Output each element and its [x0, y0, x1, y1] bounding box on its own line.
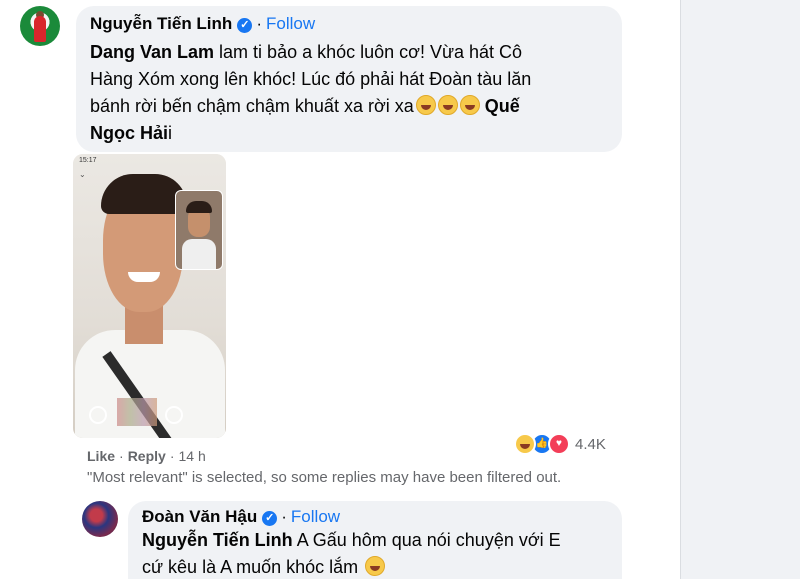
grinning-emoji-icon	[437, 95, 458, 115]
reply-author-name[interactable]: Đoàn Văn Hậu	[142, 507, 257, 526]
comment-text-line-4: Ngọc Hảii	[90, 123, 173, 143]
follow-button[interactable]: Follow	[291, 507, 340, 526]
like-button[interactable]: Like	[87, 448, 115, 464]
commenter-avatar[interactable]	[20, 6, 60, 46]
filter-note: "Most relevant" is selected, so some rep…	[87, 469, 562, 486]
comment-actions: Like · Reply · 14 h	[87, 448, 206, 464]
comment-text-line-3: bánh rời bến chậm chậm khuất xa rời xa Q…	[90, 95, 520, 116]
comment-attached-photo[interactable]: 15:17 ⌄	[73, 154, 226, 438]
comment-author-name[interactable]: Nguyễn Tiến Linh	[90, 14, 232, 33]
reply-button[interactable]: Reply	[128, 448, 166, 464]
haha-icon	[514, 433, 536, 455]
reply-author-line: Đoàn Văn Hậu ✓ · Follow	[142, 507, 341, 526]
reply-avatar[interactable]	[82, 501, 118, 537]
right-side-panel	[680, 0, 800, 579]
verified-badge-icon: ✓	[262, 511, 278, 526]
follow-button[interactable]: Follow	[266, 14, 315, 33]
call-control-icon	[89, 406, 107, 424]
reaction-count: 4.4K	[575, 435, 606, 453]
reply-bubble: Đoàn Văn Hậu ✓ · Follow Nguyễn Tiến Linh A …	[128, 501, 622, 579]
mention-que-ngoc-hai-part2[interactable]: Ngọc Hải	[90, 123, 168, 143]
photo-status-time: 15:17	[79, 157, 97, 164]
chevron-down-icon: ⌄	[79, 170, 86, 179]
mention-que-ngoc-hai-part1[interactable]: Quế	[485, 96, 520, 116]
laughing-emoji-icon	[365, 556, 386, 576]
grinning-emoji-icon	[459, 95, 480, 115]
comment-author-line: Nguyễn Tiến Linh ✓ · Follow	[90, 14, 316, 33]
call-control-icon	[165, 406, 183, 424]
video-call-pip	[175, 190, 223, 270]
mention-nguyen-tien-linh[interactable]: Nguyễn Tiến Linh	[142, 530, 293, 550]
comment-text-line-1: Dang Van Lam lam ti bảo a khóc luôn cơ! …	[90, 42, 523, 62]
comment-text-line-2: Hàng Xóm xong lên khóc! Lúc đó phải hát …	[90, 69, 532, 89]
love-icon: ♥	[548, 433, 570, 455]
laughing-emoji-icon	[415, 95, 436, 115]
comment-bubble: Nguyễn Tiến Linh ✓ · Follow Dang Van Lam la…	[76, 6, 622, 152]
reply-text-line-2: cứ kêu là A muốn khóc lắm	[142, 554, 386, 581]
comment-timestamp[interactable]: 14 h	[178, 448, 205, 464]
mention-dang-van-lam[interactable]: Dang Van Lam	[90, 42, 214, 62]
reaction-summary[interactable]: 👍 ♥ 4.4K	[514, 432, 606, 456]
reply-text-line-1: Nguyễn Tiến Linh A Gấu hôm qua nói chuyệ…	[142, 530, 561, 550]
verified-badge-icon: ✓	[237, 18, 253, 33]
